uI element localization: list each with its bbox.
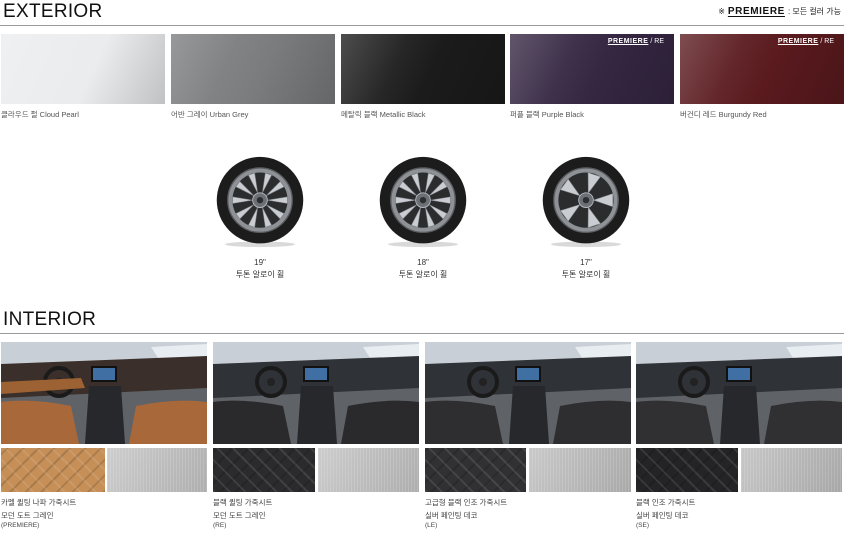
trim-deco: 모던 도트 그레인 — [1, 511, 54, 520]
trim-grade: (LE) — [425, 522, 438, 529]
note-mark: ※ — [718, 7, 725, 16]
wheel-name: 투톤 알로이 휠 — [561, 270, 611, 279]
trim-name: 카멜 퀼팅 나파 가죽시트 — [1, 498, 77, 507]
trim-grade: (SE) — [636, 522, 649, 529]
grain-sample — [318, 448, 419, 492]
leather-sample-black — [636, 448, 738, 492]
premiere-badge: PREMIERE / RE — [777, 38, 834, 45]
trim-grade: (PREMIERE) — [1, 522, 40, 529]
trim-name: 블랙 퀼팅 가죽시트 — [213, 498, 273, 507]
leather-sample-camel — [1, 448, 105, 492]
swatch-label: 버건디 레드 Burgundy Red — [680, 110, 767, 119]
wheel-size: 17" — [580, 258, 592, 267]
wheel-size: 18" — [417, 258, 429, 267]
exterior-divider — [0, 25, 844, 26]
swatch-label: 퍼플 블랙 Purple Black — [510, 110, 584, 119]
note-text: : 모든 컬러 가능 — [787, 7, 841, 16]
cabin-photo-camel[interactable] — [1, 342, 207, 444]
trim-deco: 모던 도트 그레인 — [213, 511, 266, 520]
cabin-photo-black[interactable] — [636, 342, 842, 444]
swatch-burgundy-red[interactable]: PREMIERE / RE — [680, 34, 844, 104]
swatch-label: 클라우드 펄 Cloud Pearl — [1, 110, 79, 119]
wheel-18-image[interactable] — [377, 156, 469, 248]
swatch-label: 어반 그레이 Urban Grey — [171, 110, 249, 119]
leather-sample-premium-black — [425, 448, 526, 492]
premiere-logo: PREMIERE — [727, 6, 785, 17]
wheel-17-image[interactable] — [540, 156, 632, 248]
trim-name: 고급형 블랙 인조 가죽시트 — [425, 498, 508, 507]
wheel-name: 투톤 알로이 휠 — [398, 270, 448, 279]
cabin-photo-black-quilted[interactable] — [213, 342, 419, 444]
wheel-19-image[interactable] — [214, 156, 306, 248]
trim-name: 블랙 인조 가죽시트 — [636, 498, 696, 507]
wheel-size: 19" — [254, 258, 266, 267]
trim-deco: 실버 페인팅 데코 — [425, 511, 478, 520]
trim-deco: 실버 페인팅 데코 — [636, 511, 689, 520]
interior-title: INTERIOR — [3, 309, 97, 330]
deco-sample-silver — [529, 448, 631, 492]
swatch-cloud-pearl[interactable] — [1, 34, 165, 104]
wheel-name: 투톤 알로이 휠 — [235, 270, 285, 279]
premiere-badge: PREMIERE / RE — [607, 38, 664, 45]
swatch-metallic-black[interactable] — [341, 34, 505, 104]
swatch-urban-grey[interactable] — [171, 34, 335, 104]
swatch-label: 메탈릭 블랙 Metallic Black — [341, 110, 426, 119]
trim-grade: (RE) — [213, 522, 227, 529]
swatch-purple-black[interactable]: PREMIERE / RE — [510, 34, 674, 104]
exterior-title: EXTERIOR — [3, 1, 103, 22]
deco-sample-silver — [741, 448, 842, 492]
interior-divider — [0, 333, 844, 334]
cabin-photo-premium-black[interactable] — [425, 342, 631, 444]
leather-sample-black-quilted — [213, 448, 315, 492]
grain-sample — [107, 448, 207, 492]
premiere-note: ※ PREMIERE : 모든 컬러 가능 — [718, 6, 841, 17]
